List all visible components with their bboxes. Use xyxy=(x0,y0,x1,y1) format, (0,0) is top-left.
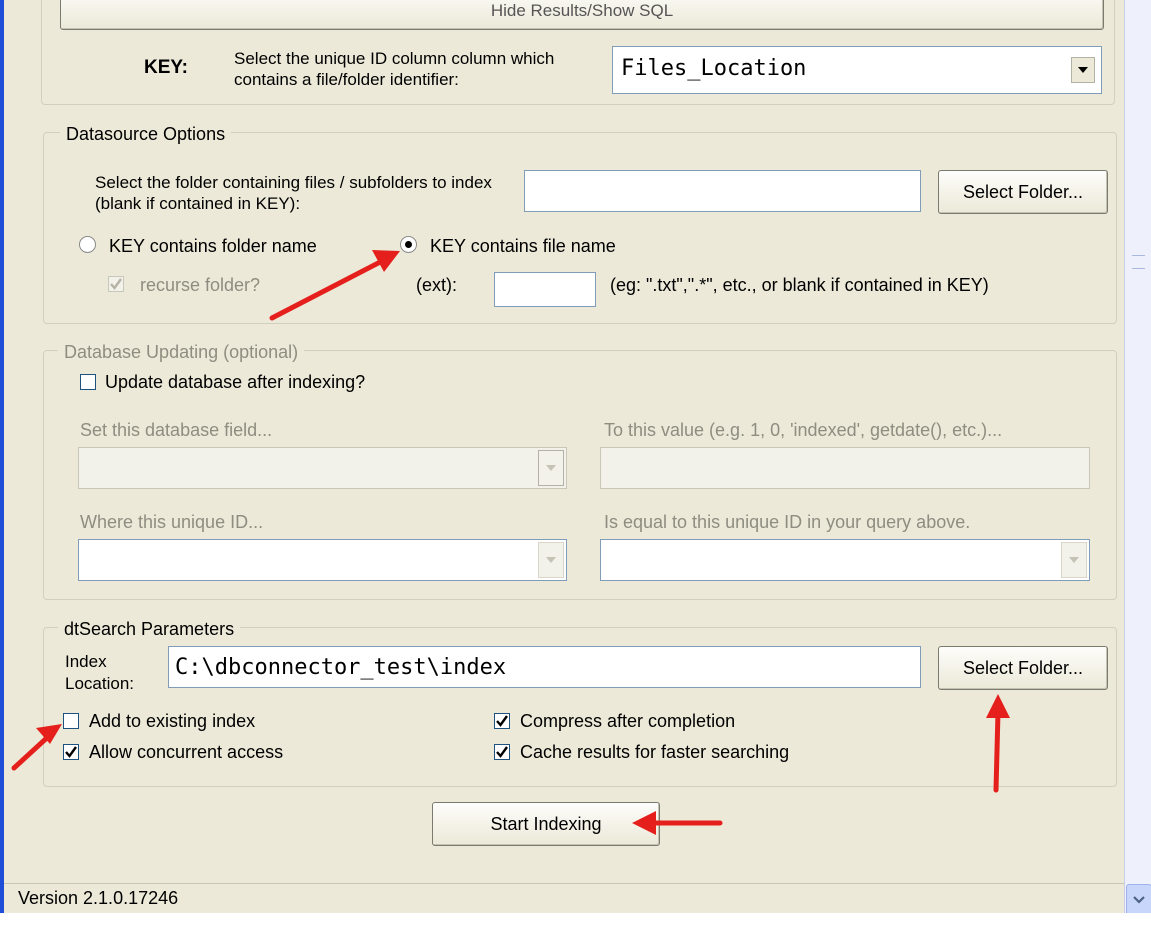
key-column-select[interactable]: Files_Location xyxy=(612,46,1102,94)
compress-after-completion-checkbox[interactable] xyxy=(494,713,510,729)
index-location-input[interactable]: C:\dbconnector_test\index xyxy=(168,646,921,688)
key-column-value: Files_Location xyxy=(621,56,807,81)
update-database-label: Update database after indexing? xyxy=(105,372,366,392)
radio-key-folder-name[interactable] xyxy=(79,236,96,253)
chevron-down-icon[interactable] xyxy=(1061,542,1087,578)
add-to-existing-index-checkbox[interactable] xyxy=(63,713,79,729)
datasource-select-folder-button[interactable]: Select Folder... xyxy=(938,170,1108,214)
recurse-folder-label: recurse folder? xyxy=(140,275,261,295)
index-select-folder-button[interactable]: Select Folder... xyxy=(938,646,1108,690)
update-database-checkbox[interactable] xyxy=(80,374,96,390)
status-bar: Version 2.1.0.17246 xyxy=(4,883,1124,914)
allow-concurrent-access-label: Allow concurrent access xyxy=(89,742,284,762)
vertical-scrollbar[interactable] xyxy=(1124,0,1151,928)
chevron-down-icon[interactable] xyxy=(1071,57,1095,83)
datasource-legend: Datasource Options xyxy=(60,124,232,145)
add-to-existing-index-label: Add to existing index xyxy=(89,711,256,731)
compress-after-completion-label: Compress after completion xyxy=(520,711,736,731)
to-value-label: To this value (e.g. 1, 0, 'indexed', get… xyxy=(604,420,1003,440)
chevron-down-icon[interactable] xyxy=(538,450,564,486)
key-label: KEY: xyxy=(144,57,188,78)
set-field-label: Set this database field... xyxy=(80,420,273,440)
ext-input[interactable] xyxy=(494,272,596,307)
to-value-input[interactable] xyxy=(600,447,1090,489)
radio-key-file-name[interactable] xyxy=(400,236,417,253)
window-bottom-edge xyxy=(0,913,1151,928)
where-unique-id-label: Where this unique ID... xyxy=(80,512,264,532)
version-label: Version 2.1.0.17246 xyxy=(18,888,179,908)
cache-results-checkbox[interactable] xyxy=(494,744,510,760)
folder-prompt: Select the folder containing files / sub… xyxy=(95,173,492,213)
start-indexing-button[interactable]: Start Indexing xyxy=(432,802,660,846)
chevron-down-icon[interactable] xyxy=(538,542,564,578)
allow-concurrent-access-checkbox[interactable] xyxy=(63,744,79,760)
database-updating-legend: Database Updating (optional) xyxy=(58,342,305,363)
datasource-folder-input[interactable] xyxy=(524,170,921,212)
dtsearch-legend: dtSearch Parameters xyxy=(58,619,241,640)
recurse-folder-checkbox[interactable] xyxy=(108,276,124,292)
where-unique-id-select[interactable] xyxy=(78,539,567,581)
equal-unique-id-select[interactable] xyxy=(600,539,1090,581)
scrollbar-grip-icon[interactable] xyxy=(1132,255,1145,269)
key-instruction: Select the unique ID column column which… xyxy=(234,49,555,89)
set-field-select[interactable] xyxy=(78,447,567,489)
scroll-down-button[interactable] xyxy=(1126,884,1151,916)
radio-key-folder-label: KEY contains folder name xyxy=(109,236,317,256)
index-location-value: C:\dbconnector_test\index xyxy=(175,655,507,680)
ext-hint: (eg: ".txt",".*", etc., or blank if cont… xyxy=(610,275,989,295)
index-location-label: Index Location: xyxy=(65,652,134,693)
ext-label: (ext): xyxy=(416,275,458,295)
cache-results-label: Cache results for faster searching xyxy=(520,742,790,762)
indexer-window: Hide Results/Show SQL KEY: Select the un… xyxy=(4,0,1124,928)
radio-key-file-label: KEY contains file name xyxy=(430,236,616,256)
equal-unique-id-label: Is equal to this unique ID in your query… xyxy=(604,512,971,532)
